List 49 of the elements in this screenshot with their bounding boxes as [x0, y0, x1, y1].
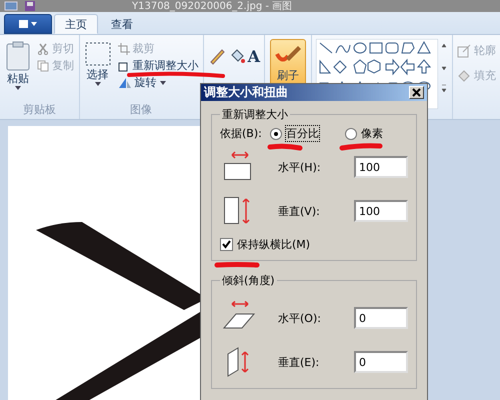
group-label: 剪贴板 [22, 102, 56, 117]
group-title: 倾斜(角度) [221, 273, 276, 288]
ribbon-tab[interactable]: 查看 [100, 14, 144, 34]
selection-icon [84, 41, 112, 67]
field-label: 垂直(V): [278, 204, 321, 218]
caret-icon [14, 86, 21, 90]
ribbon-tab[interactable]: 主页 [54, 14, 98, 34]
input-field[interactable]: 100 [354, 156, 408, 178]
radio-option[interactable]: 像素 [344, 126, 383, 141]
by-label: 依据(B): [220, 126, 262, 141]
caret-icon [94, 82, 101, 86]
menu-icon [17, 19, 39, 29]
select-button[interactable]: 选择 [84, 37, 112, 102]
input-field[interactable]: 0 [354, 307, 408, 329]
input-field[interactable]: 0 [354, 351, 408, 373]
text-tool[interactable]: A [248, 47, 260, 66]
input-field[interactable]: 100 [354, 200, 408, 222]
group-label: 图像 [130, 102, 152, 117]
radio-option[interactable]: 百分比 [270, 126, 319, 141]
crop-icon [118, 42, 130, 54]
annotation-underline [214, 260, 260, 270]
radio-button[interactable] [270, 128, 282, 140]
annotation-underline [339, 142, 383, 152]
scissors-icon [36, 42, 49, 54]
copy-icon [36, 60, 49, 72]
rotate-button[interactable]: 旋转 [118, 75, 199, 90]
radio-button[interactable] [344, 128, 357, 140]
field-label: 水平(H): [278, 160, 322, 174]
resize-button[interactable]: 重新调整大小 [118, 58, 199, 73]
paste-button[interactable]: 粘贴 [4, 37, 31, 102]
group-title: 重新调整大小 [221, 107, 289, 122]
close-button[interactable] [409, 86, 424, 99]
caret-icon [160, 80, 166, 84]
triangle-icon [118, 76, 132, 88]
outline-icon [457, 44, 471, 58]
resize-icon [118, 60, 130, 72]
image-canvas[interactable] [8, 126, 200, 400]
checkbox[interactable] [220, 238, 233, 251]
checkbox-label: 保持纵横比(M) [237, 237, 310, 252]
save-icon[interactable] [24, 1, 36, 11]
pencil-icon[interactable] [208, 47, 226, 65]
annotation-underline [267, 142, 303, 152]
clipboard-icon [4, 41, 31, 71]
close-icon [412, 88, 421, 97]
app-menu-button[interactable] [4, 14, 52, 34]
field-label: 垂直(E): [278, 354, 320, 370]
fill-bucket-icon [457, 68, 471, 82]
window-title: Y13708_092020006_2.jpg - 画图 [132, 0, 292, 13]
field-label: 水平(O): [278, 310, 322, 326]
